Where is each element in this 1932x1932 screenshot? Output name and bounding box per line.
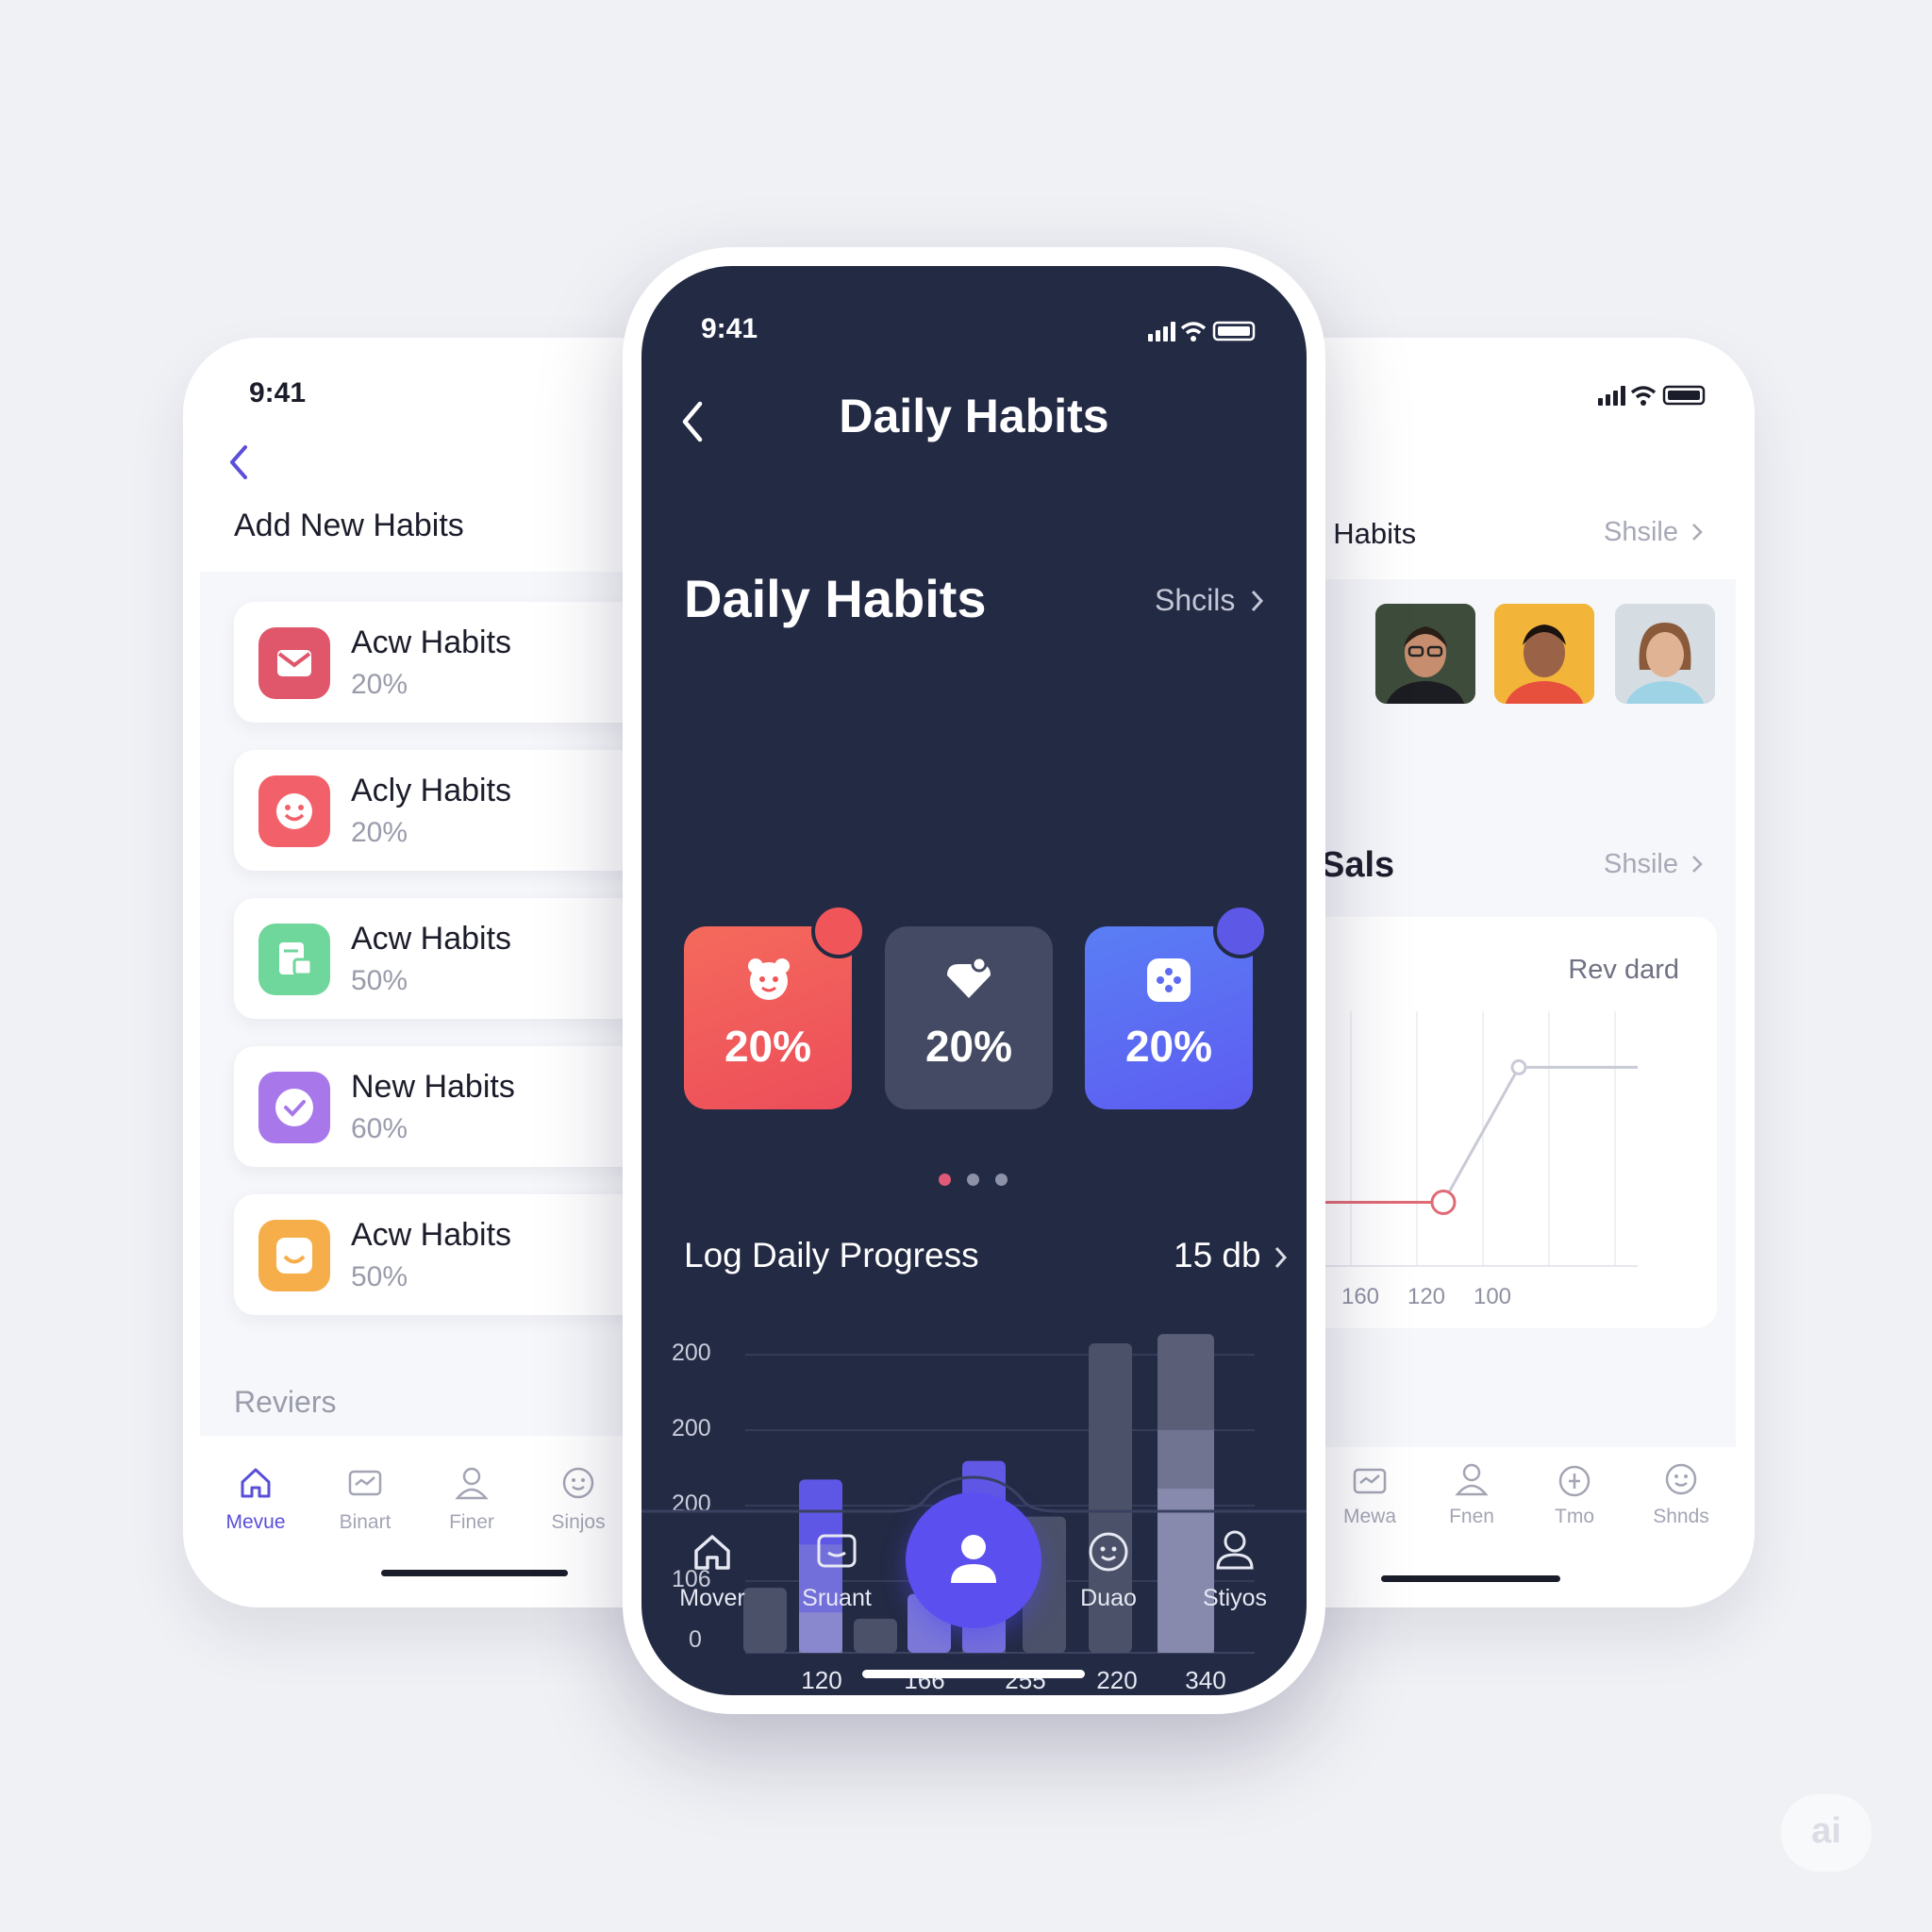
nav-item-binart[interactable]: Binart (313, 1464, 417, 1534)
nav-item-home[interactable]: Mevue (204, 1464, 308, 1534)
nav-item-finer[interactable]: Finer (420, 1464, 524, 1534)
user-icon (951, 1535, 996, 1583)
y-tick-label: 200 (672, 1415, 711, 1441)
section-title: Reviers (234, 1385, 337, 1419)
nav-label[interactable]: Shnds (1629, 1506, 1733, 1528)
data-point (1430, 1190, 1457, 1215)
habit-title: Acly Habits (351, 773, 512, 808)
smiley-icon (258, 775, 330, 847)
chevron-right-icon (1692, 524, 1704, 541)
home-indicator (381, 1570, 568, 1576)
nav-label[interactable]: Fnen (1420, 1506, 1524, 1528)
center-action-button[interactable] (906, 1492, 1041, 1628)
habit-title: Acw Habits (351, 921, 512, 957)
sals-link[interactable]: Shsile (1604, 849, 1705, 880)
x-tick-label: 160 (1341, 1284, 1379, 1309)
y-tick-label: 200 (672, 1340, 711, 1366)
nav-label: Finer (449, 1511, 494, 1533)
home-icon[interactable] (691, 1530, 734, 1574)
status-icons (1598, 383, 1711, 412)
nav-label[interactable]: Sruant (780, 1585, 893, 1612)
nav-label: Binart (339, 1511, 391, 1533)
chart-card-icon (348, 1470, 382, 1496)
habits-link[interactable]: Shsile (1604, 517, 1705, 548)
line-series (1441, 1065, 1638, 1204)
back-icon[interactable] (225, 441, 253, 483)
section-title-sals: Sals (1321, 845, 1395, 885)
chart-card-icon[interactable] (815, 1530, 858, 1574)
nav-label[interactable]: Duao (1052, 1585, 1165, 1612)
habit-percent: 20% (351, 669, 408, 700)
data-point (1510, 1058, 1527, 1075)
habit-percent: 60% (351, 1113, 408, 1144)
nav-label[interactable]: Stiyos (1178, 1585, 1291, 1612)
bottom-nav: Mover Sruant Duao Stiyos (641, 1472, 1307, 1698)
page-title: Add New Habits (234, 508, 464, 543)
habit-title: New Habits (351, 1069, 515, 1105)
watermark-text: ai (1811, 1811, 1841, 1851)
chevron-right-icon (1692, 856, 1704, 873)
habit-title: Acw Habits (351, 1217, 512, 1253)
chart-card-icon[interactable] (1351, 1462, 1389, 1500)
sals-link-label: Shsile (1604, 849, 1678, 879)
home-indicator (862, 1670, 1085, 1678)
habit-percent: 50% (351, 965, 408, 996)
habit-percent: 50% (351, 1261, 408, 1292)
avatar[interactable] (1494, 604, 1594, 704)
person-icon[interactable] (1453, 1460, 1491, 1498)
face-icon[interactable] (1662, 1460, 1700, 1498)
home-icon (241, 1468, 271, 1498)
nav-label[interactable]: Mover (656, 1585, 769, 1612)
nav-label: Mevue (225, 1511, 286, 1533)
x-tick-label: 100 (1474, 1284, 1511, 1309)
envelope-icon (258, 627, 330, 699)
nav-label[interactable]: Mewa (1318, 1506, 1422, 1528)
watermark-badge: ai (1781, 1794, 1872, 1872)
heart-check-icon (258, 1072, 330, 1143)
avatar[interactable] (1615, 604, 1715, 704)
nav-item-sinjos[interactable]: Sinjos (526, 1464, 630, 1534)
document-icon (258, 924, 330, 995)
face-icon (562, 1467, 594, 1499)
habits-link-label: Shsile (1604, 517, 1678, 547)
home-indicator (1381, 1575, 1560, 1582)
avatar[interactable] (1375, 604, 1475, 704)
nav-label[interactable]: Tmo (1523, 1506, 1626, 1528)
info-icon[interactable] (1556, 1462, 1593, 1500)
smiley-square-icon (258, 1220, 330, 1291)
habit-title: Acw Habits (351, 625, 512, 660)
person-icon[interactable] (1213, 1528, 1257, 1572)
habit-percent: 20% (351, 817, 408, 848)
status-time: 9:41 (249, 377, 307, 408)
nav-label: Sinjos (551, 1511, 606, 1533)
person-icon (455, 1467, 489, 1500)
section-title-habits: / Habits (1317, 517, 1417, 550)
face-icon[interactable] (1087, 1530, 1130, 1574)
x-tick-label: 120 (1407, 1284, 1445, 1309)
